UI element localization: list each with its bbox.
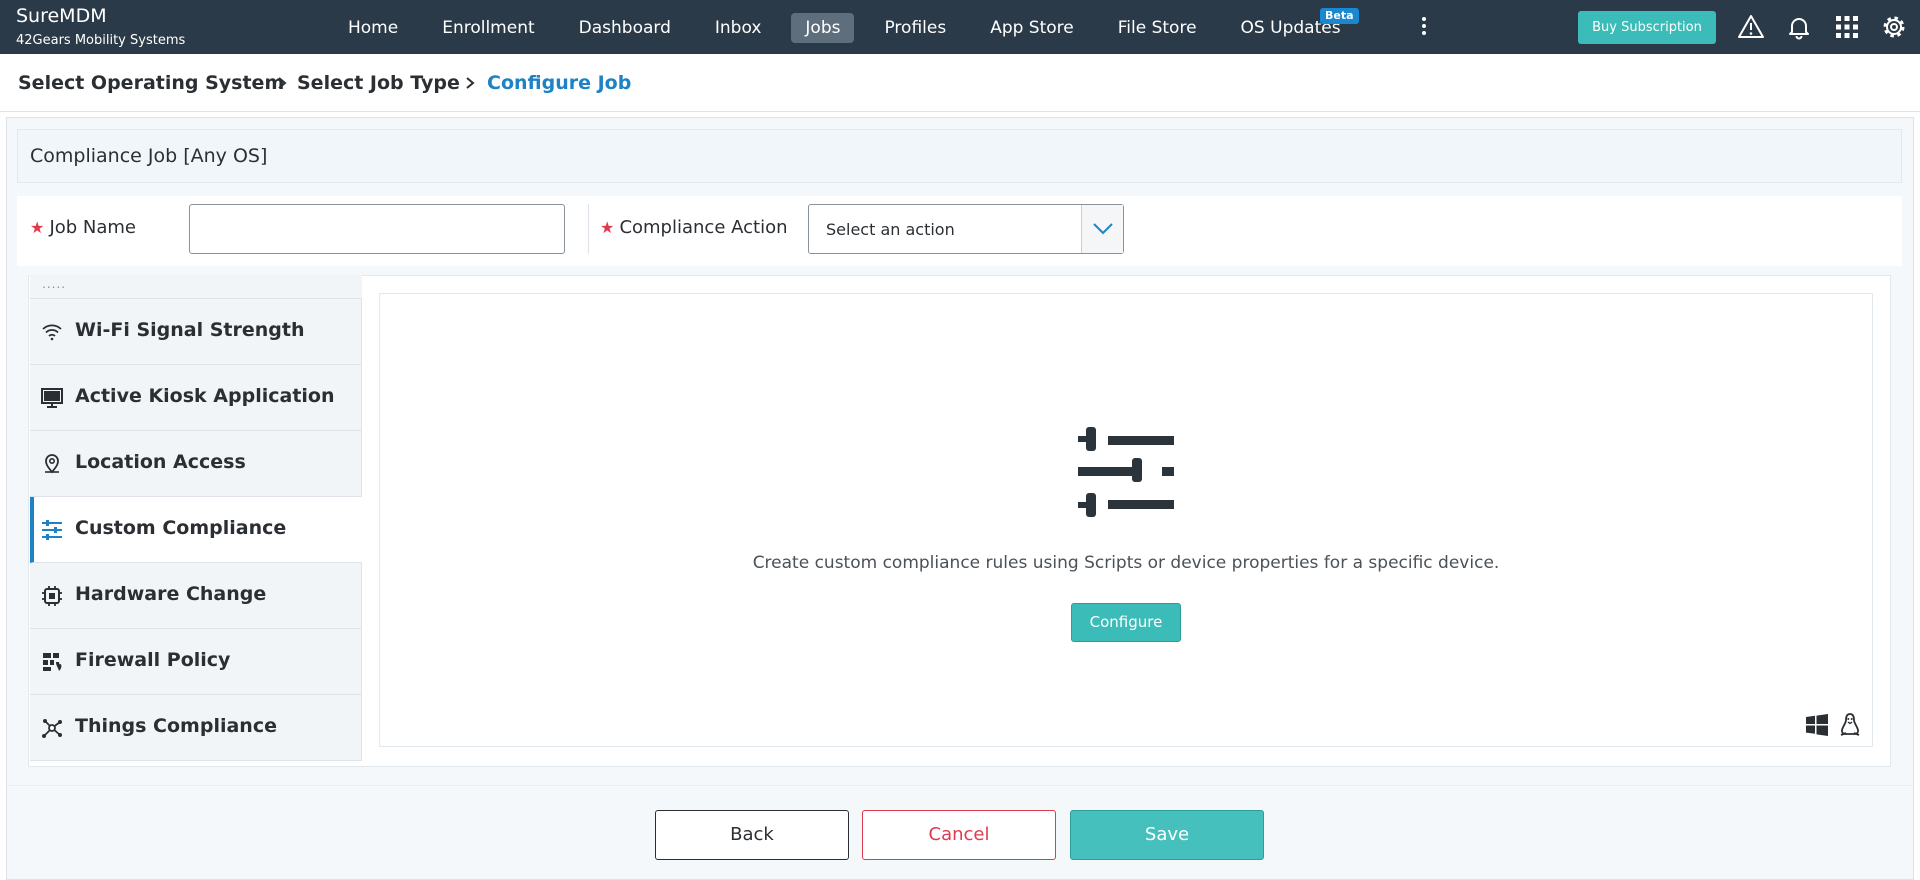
custom-compliance-description: Create custom compliance rules using Scr… [752,553,1500,573]
nav-enrollment[interactable]: Enrollment [420,13,556,43]
compliance-action-label-text: Compliance Action [619,217,788,238]
breadcrumb: Select Operating System Select Job Type … [0,54,1920,112]
compliance-action-value: Select an action [826,220,955,239]
linux-icon [1840,713,1860,736]
compliance-action-select[interactable]: Select an action [808,204,1124,254]
main-nav: Home Enrollment Dashboard Inbox Jobs Pro… [326,8,1363,43]
compliance-rule-list: ..... Wi-Fi Signal Strength Active Kiosk… [30,275,362,765]
breadcrumb-configure-job: Configure Job [487,72,632,94]
brand[interactable]: SureMDM 42Gears Mobility Systems [16,4,185,50]
sidebar-item-wifi-signal-strength[interactable]: Wi-Fi Signal Strength [30,299,362,365]
sidebar-item-label: Location Access [75,451,246,473]
bell-icon[interactable] [1785,13,1813,41]
sliders-icon [42,520,62,540]
sidebar-item-label: Wi-Fi Signal Strength [75,319,305,341]
sidebar-item-label: Firewall Policy [75,649,231,671]
sidebar-item-location-access[interactable]: Location Access [30,431,362,497]
app-name: SureMDM [16,5,107,27]
custom-compliance-detail [379,293,1873,747]
sidebar-item-label: Things Compliance [75,715,277,737]
chevron-right-icon [278,77,287,89]
top-navigation-bar: SureMDM 42Gears Mobility Systems Home En… [0,0,1920,54]
sliders-icon [1078,427,1174,517]
nav-dashboard[interactable]: Dashboard [557,13,693,43]
beta-badge: Beta [1320,8,1359,24]
sidebar-item-hardware-change[interactable]: Hardware Change [30,563,362,629]
form-divider [588,204,589,254]
required-marker: ★ [600,218,620,237]
breadcrumb-select-job-type[interactable]: Select Job Type [297,72,460,94]
nav-jobs[interactable]: Jobs [791,13,855,43]
sidebar-item-active-kiosk-application[interactable]: Active Kiosk Application [30,365,362,431]
buy-subscription-button[interactable]: Buy Subscription [1578,11,1716,44]
required-marker: ★ [30,218,50,237]
list-scroll-stub-text: ..... [42,277,67,291]
warning-icon[interactable] [1737,13,1765,41]
section-header: Compliance Job [Any OS] [17,129,1902,183]
gear-icon[interactable] [1880,13,1908,41]
nav-inbox[interactable]: Inbox [693,13,784,43]
job-name-label: ★ Job Name [30,217,136,238]
firewall-icon [43,653,62,671]
sidebar-item-label: Custom Compliance [75,517,287,539]
compliance-action-label: ★ Compliance Action [600,217,787,238]
chevron-right-icon [466,77,475,89]
location-pin-icon [45,454,59,474]
chevron-down-icon[interactable] [1081,205,1123,253]
sidebar-item-label: Active Kiosk Application [75,385,335,407]
section-title: Compliance Job [Any OS] [30,145,268,167]
cancel-button[interactable]: Cancel [862,810,1056,860]
sidebar-item-custom-compliance[interactable]: Custom Compliance [30,497,362,563]
org-name: 42Gears Mobility Systems [16,33,186,48]
sidebar-item-label: Hardware Change [75,583,267,605]
job-name-input[interactable] [189,204,565,254]
nav-app-store[interactable]: App Store [968,13,1096,43]
windows-icon [1806,714,1828,736]
nav-os-updates[interactable]: OS Updates Beta [1219,8,1363,43]
more-vertical-icon[interactable] [1416,14,1432,42]
monitor-icon [41,388,63,408]
job-name-label-text: Job Name [49,217,137,238]
sidebar-item-firewall-policy[interactable]: Firewall Policy [30,629,362,695]
network-nodes-icon [42,719,62,738]
breadcrumb-select-os[interactable]: Select Operating System [18,72,284,94]
list-scroll-stub: ..... [30,275,362,299]
save-button[interactable]: Save [1070,810,1264,860]
back-button[interactable]: Back [655,810,849,860]
nav-home[interactable]: Home [326,13,420,43]
configure-button[interactable]: Configure [1071,603,1181,642]
sidebar-item-things-compliance[interactable]: Things Compliance [30,695,362,761]
chip-icon [42,586,62,606]
nav-profiles[interactable]: Profiles [862,13,968,43]
nav-file-store[interactable]: File Store [1096,13,1219,43]
wifi-icon [42,324,62,341]
apps-grid-icon[interactable] [1833,13,1861,41]
